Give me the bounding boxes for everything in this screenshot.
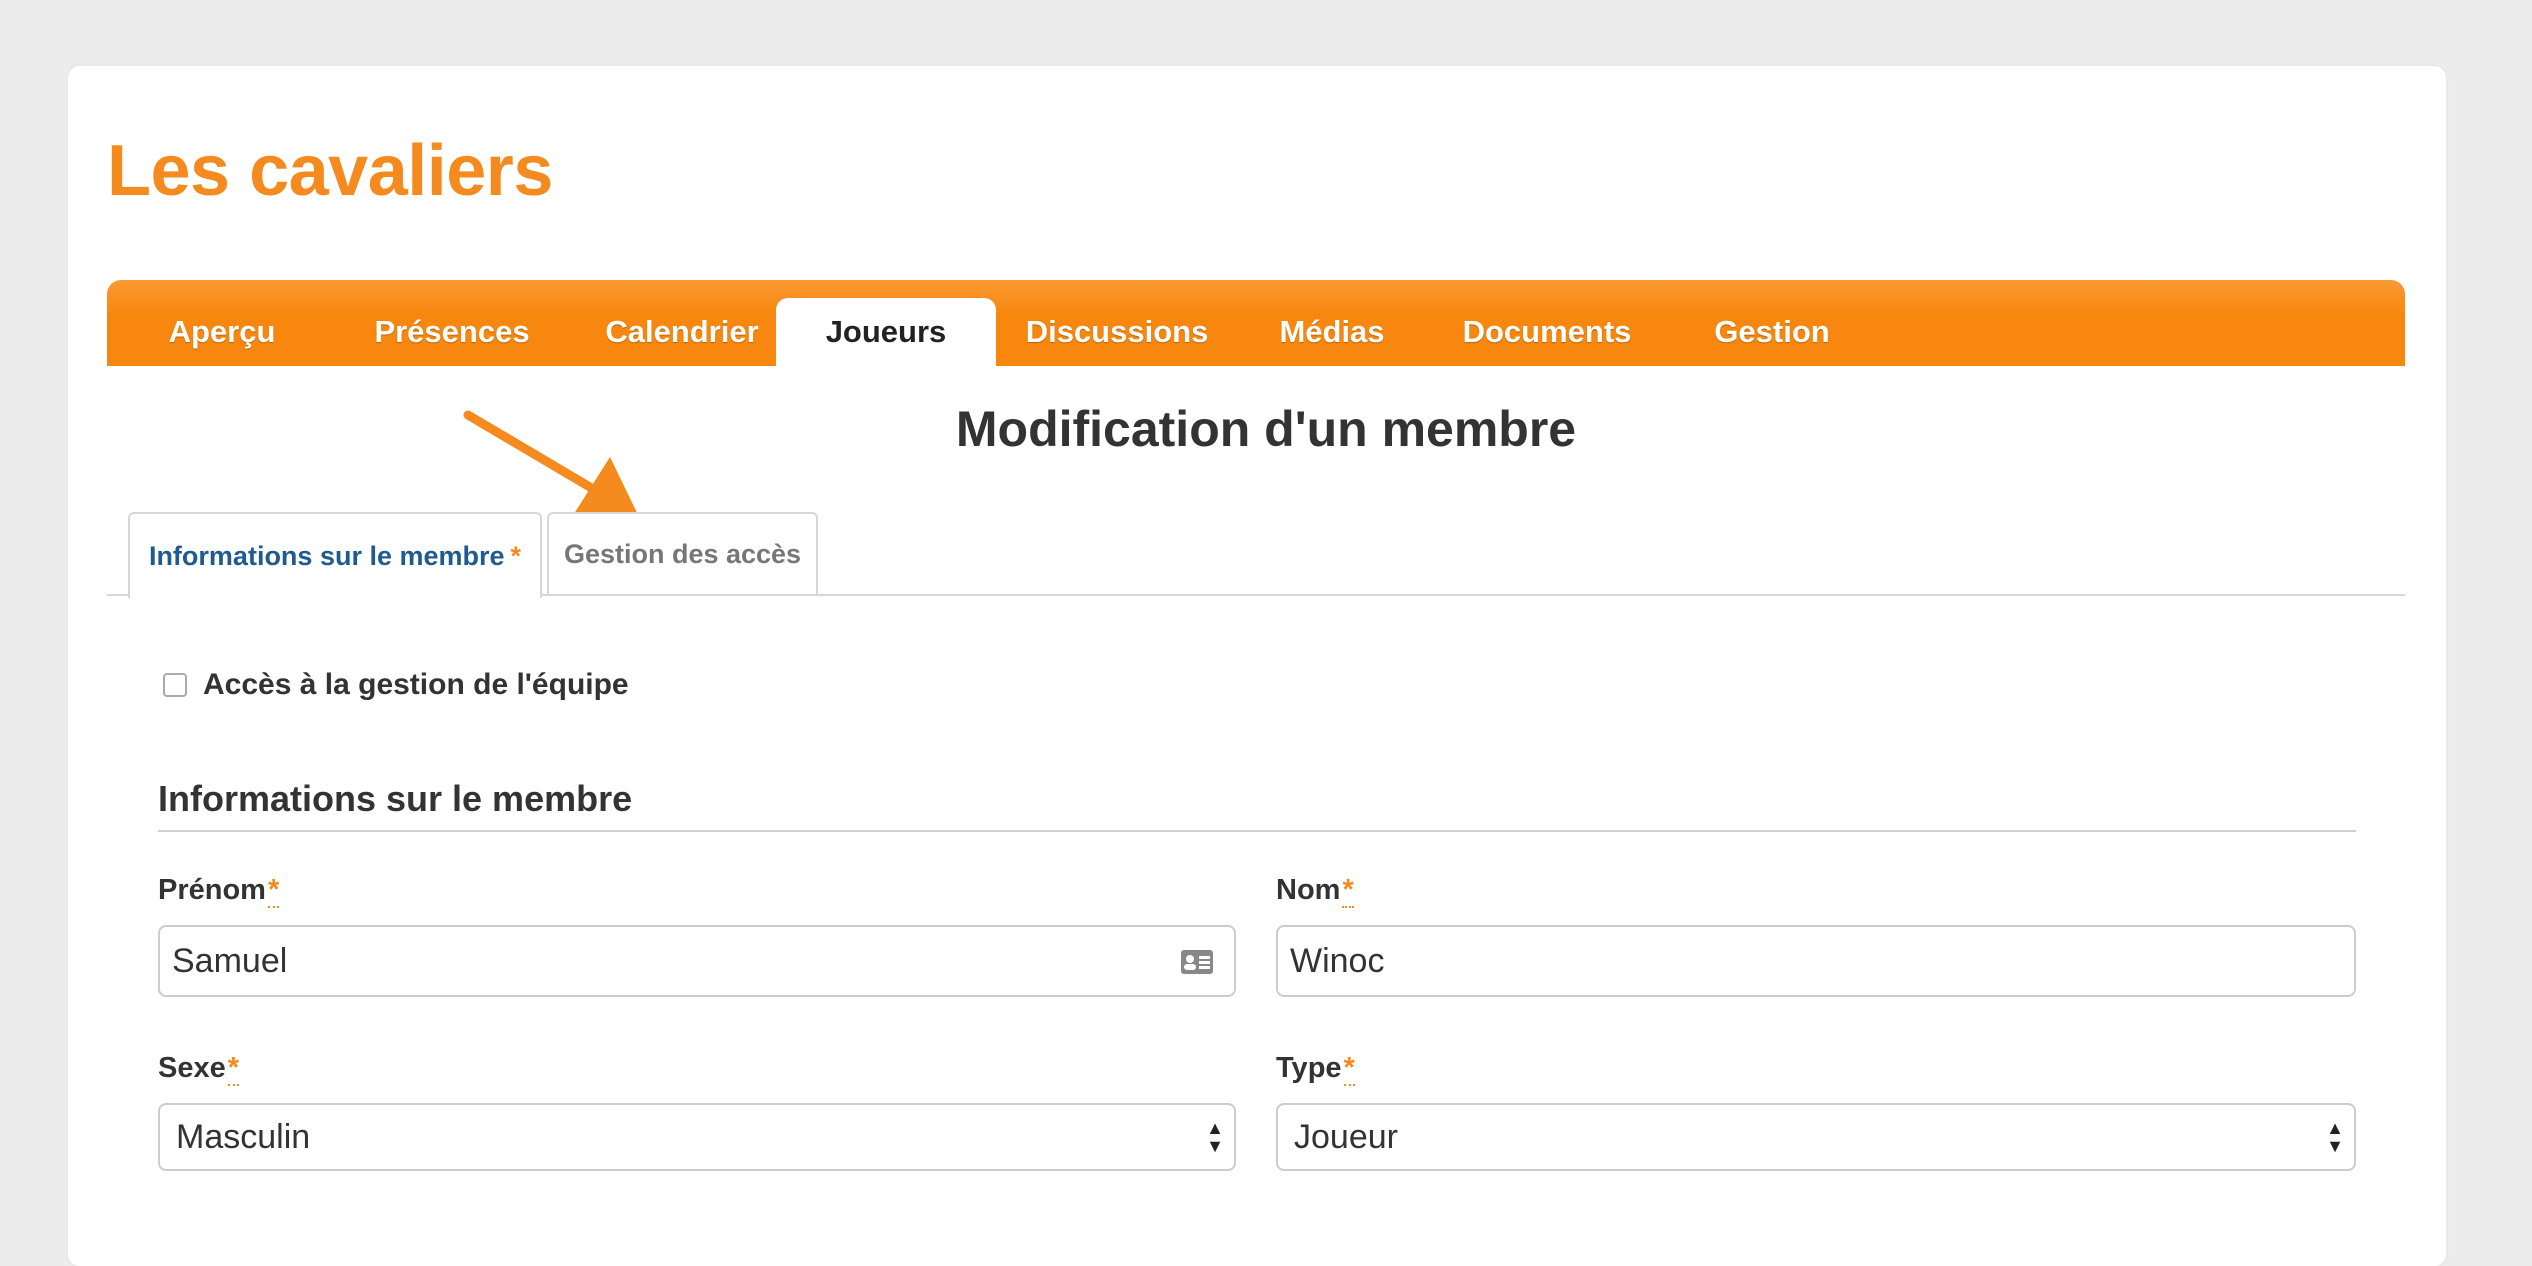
sexe-select[interactable]: Masculin ▲ ▼ — [158, 1103, 1236, 1171]
tab-informations-membre[interactable]: Informations sur le membre * — [128, 512, 542, 598]
main-navigation: Aperçu Présences Calendrier Joueurs Disc… — [107, 280, 2405, 366]
nav-item-presences[interactable]: Présences — [347, 298, 557, 366]
section-divider — [158, 830, 2356, 832]
required-mark: * — [227, 1052, 240, 1086]
access-checkbox[interactable] — [163, 673, 187, 697]
contact-card-icon[interactable] — [1180, 949, 1214, 975]
nom-label: Nom* — [1276, 874, 1354, 908]
nav-item-apercu[interactable]: Aperçu — [147, 298, 297, 366]
nav-item-documents[interactable]: Documents — [1437, 298, 1657, 366]
required-mark: * — [1342, 874, 1354, 908]
type-value: Joueur — [1294, 1117, 1398, 1156]
type-select[interactable]: Joueur ▲ ▼ — [1276, 1103, 2356, 1171]
prenom-label-text: Prénom — [158, 874, 266, 906]
prenom-input[interactable]: Samuel — [158, 925, 1236, 997]
sexe-value: Masculin — [176, 1117, 311, 1156]
section-title: Informations sur le membre — [158, 778, 633, 819]
team-name: Les cavaliers — [107, 131, 553, 211]
required-mark: * — [1343, 1052, 1355, 1086]
tab-gestion-acces[interactable]: Gestion des accès — [547, 512, 818, 594]
type-label: Type* — [1276, 1052, 1355, 1086]
sexe-label-text: Sexe — [158, 1052, 226, 1084]
prenom-value: Samuel — [172, 941, 288, 980]
required-mark: * — [510, 540, 522, 571]
access-checkbox-label[interactable]: Accès à la gestion de l'équipe — [203, 668, 629, 702]
select-arrows-icon: ▲ ▼ — [1206, 1118, 1224, 1156]
nom-input[interactable]: Winoc — [1276, 925, 2356, 997]
nav-item-joueurs[interactable]: Joueurs — [776, 298, 996, 366]
nav-item-medias[interactable]: Médias — [1257, 298, 1407, 366]
nom-label-text: Nom — [1276, 874, 1341, 906]
nom-value: Winoc — [1290, 941, 1385, 980]
nav-item-calendrier[interactable]: Calendrier — [577, 298, 787, 366]
select-arrows-icon: ▲ ▼ — [2326, 1118, 2344, 1156]
required-mark: * — [267, 874, 280, 908]
nav-item-gestion[interactable]: Gestion — [1687, 298, 1857, 366]
main-card — [68, 66, 2446, 1266]
tab-label: Gestion des accès — [563, 538, 802, 569]
prenom-label: Prénom* — [158, 874, 280, 908]
sexe-label: Sexe* — [158, 1052, 240, 1086]
tab-label: Informations sur le membre — [148, 540, 505, 571]
page-title: Modification d'un membre — [955, 401, 1577, 457]
access-checkbox-row: Accès à la gestion de l'équipe — [163, 668, 629, 702]
type-label-text: Type — [1276, 1052, 1342, 1084]
nav-item-discussions[interactable]: Discussions — [997, 298, 1237, 366]
